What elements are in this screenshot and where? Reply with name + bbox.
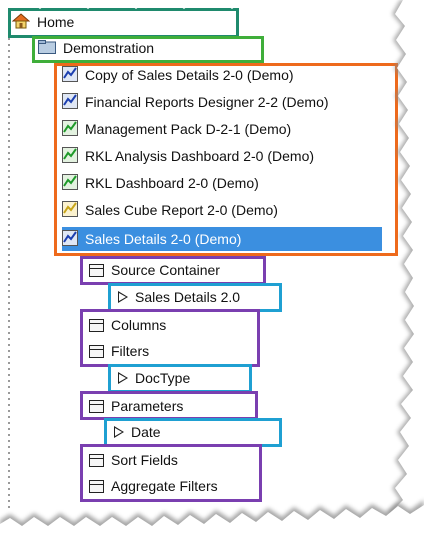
tree-view-panel: Home Demonstration Copy of Sales Details… [0, 0, 424, 533]
torn-edge-decoration [0, 0, 424, 533]
